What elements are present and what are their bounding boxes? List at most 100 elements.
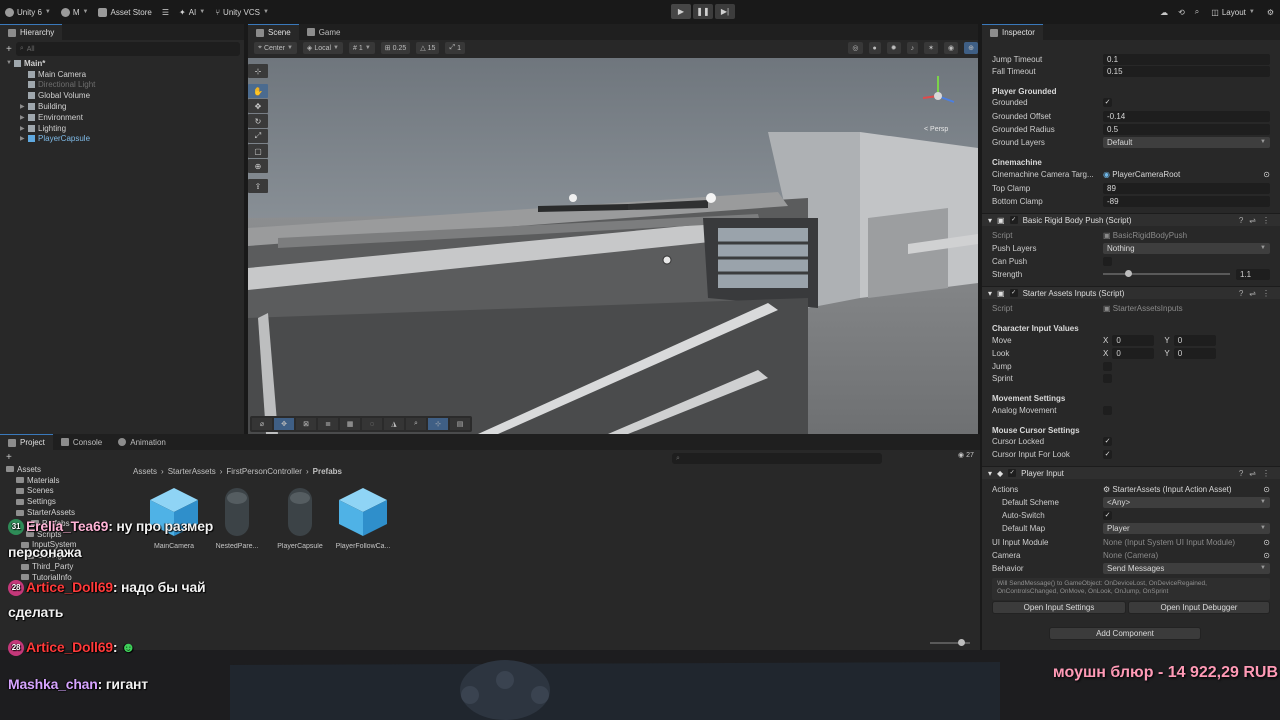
- bottom-clamp-field[interactable]: -89: [1103, 195, 1270, 207]
- breadcrumb-item[interactable]: Assets: [133, 467, 157, 476]
- starter-assets-inputs-component[interactable]: ▾ ▣ ✓ Starter Assets Inputs (Script)? ⇌ ⋮: [982, 286, 1280, 299]
- tab-animation[interactable]: Animation: [110, 434, 174, 450]
- help-icon[interactable]: ?: [1239, 469, 1243, 478]
- asset-tile[interactable]: PlayerFollowCa...: [333, 486, 393, 550]
- camera-gizmo[interactable]: [662, 255, 672, 265]
- analog-checkbox[interactable]: [1103, 405, 1112, 415]
- pivot-dropdown[interactable]: ⌖ Center ▼: [254, 42, 297, 54]
- can-push-checkbox[interactable]: [1103, 256, 1112, 266]
- play-button[interactable]: ▶: [671, 4, 691, 19]
- pause-button[interactable]: ❚❚: [693, 4, 713, 19]
- breadcrumb-item[interactable]: FirstPersonController: [226, 467, 302, 476]
- hierarchy-item[interactable]: ▶ Lighting: [6, 123, 244, 134]
- preset-icon[interactable]: ⇌: [1249, 289, 1256, 298]
- foldout-icon[interactable]: ▾: [988, 216, 992, 225]
- target-picker-icon[interactable]: ⊙: [1263, 538, 1270, 547]
- transform-tool[interactable]: ⊕: [248, 159, 268, 173]
- custom-tool[interactable]: ⇪: [248, 179, 268, 193]
- asset-tile[interactable]: NestedPare...: [207, 486, 267, 550]
- expand-icon[interactable]: ▶: [20, 125, 28, 132]
- visibility-button[interactable]: ◉: [944, 42, 959, 54]
- fall-timeout-field[interactable]: 0.15: [1103, 65, 1270, 77]
- expand-icon[interactable]: ▶: [20, 103, 28, 110]
- move-y-field[interactable]: 0: [1173, 334, 1216, 346]
- account-button[interactable]: Unity 6 ▼: [0, 4, 56, 20]
- add-icon[interactable]: +: [6, 452, 12, 463]
- effects-button[interactable]: ✶: [924, 42, 939, 54]
- grid-toggle[interactable]: #1 ▼: [349, 42, 375, 54]
- tab-project[interactable]: Project: [0, 434, 53, 450]
- overlay-cycle[interactable]: ◌: [362, 418, 382, 430]
- scene-viewport[interactable]: < Persp: [248, 58, 978, 434]
- add-icon[interactable]: +: [0, 44, 12, 55]
- overlay-search[interactable]: ⌕: [406, 418, 426, 430]
- foldout-icon[interactable]: ▾: [988, 289, 992, 298]
- overlay-paint[interactable]: ◮: [384, 418, 404, 430]
- persp-label[interactable]: < Persp: [924, 126, 948, 133]
- overlay-layers[interactable]: ≣: [318, 418, 338, 430]
- overlay-eraser[interactable]: ⌀: [252, 418, 272, 430]
- hierarchy-item[interactable]: ▶ PlayerCapsule: [6, 134, 244, 145]
- vcs-button[interactable]: ⑂ Unity VCS ▼: [210, 4, 274, 20]
- overlay-pick[interactable]: ⊹: [428, 418, 448, 430]
- rect-tool[interactable]: ▢: [248, 144, 268, 158]
- scene-root[interactable]: ▼ Main*: [6, 58, 244, 69]
- folder-item[interactable]: Scenes: [6, 486, 136, 497]
- asset-tile[interactable]: PlayerCapsule: [270, 486, 330, 550]
- tool-menu-button[interactable]: ⊹: [248, 64, 268, 78]
- tab-inspector[interactable]: Inspector: [982, 24, 1043, 40]
- view-tool[interactable]: ✋: [248, 84, 268, 98]
- expand-icon[interactable]: ▶: [20, 114, 28, 121]
- folder-item[interactable]: StarterAssets: [6, 507, 136, 518]
- asset-store-button[interactable]: Asset Store: [93, 4, 156, 20]
- expand-icon[interactable]: ▶: [20, 135, 28, 142]
- settings-icon[interactable]: ⚙: [1267, 8, 1274, 17]
- move-tool[interactable]: ✥: [248, 99, 268, 113]
- overlay-table[interactable]: ▦: [340, 418, 360, 430]
- shading-button[interactable]: ●: [868, 42, 881, 54]
- draw-mode-button[interactable]: ◎: [848, 42, 863, 54]
- scale-snap[interactable]: ⤢ 1: [445, 42, 465, 54]
- look-x-field[interactable]: 0: [1112, 347, 1155, 359]
- hierarchy-item[interactable]: ▶ Environment: [6, 112, 244, 123]
- enabled-checkbox[interactable]: ✓: [1009, 216, 1018, 224]
- grounded-radius-field[interactable]: 0.5: [1103, 123, 1270, 135]
- ui-module-field[interactable]: None (Input System UI Input Module) ⊙: [1103, 538, 1270, 547]
- rotate-snap[interactable]: △ 15: [416, 42, 440, 54]
- zoom-slider[interactable]: [930, 639, 970, 646]
- cursor-locked-checkbox[interactable]: ✓: [1103, 436, 1112, 446]
- player-input-component[interactable]: ▾ ◆ ✓ Player Input? ⇌ ⋮: [982, 466, 1280, 479]
- snap-increment[interactable]: ⊞ 0.25: [380, 42, 411, 54]
- enabled-checkbox[interactable]: ✓: [1008, 469, 1017, 477]
- move-x-field[interactable]: 0: [1112, 334, 1155, 346]
- slider-handle[interactable]: [958, 639, 965, 646]
- ai-button[interactable]: ✦ AI ▼: [174, 4, 210, 20]
- tab-scene[interactable]: Scene: [248, 24, 299, 40]
- help-icon[interactable]: ?: [1239, 216, 1243, 225]
- sprint-checkbox[interactable]: [1103, 373, 1112, 383]
- expand-icon[interactable]: ▼: [6, 60, 14, 66]
- cloud-icon[interactable]: ☁: [1160, 8, 1168, 17]
- top-clamp-field[interactable]: 89: [1103, 182, 1270, 194]
- actions-field[interactable]: ⚙ StarterAssets (Input Action Asset) ⊙: [1103, 485, 1270, 494]
- target-picker-icon[interactable]: ⊙: [1263, 170, 1270, 179]
- hierarchy-item[interactable]: Main Camera: [6, 69, 244, 80]
- jump-timeout-field[interactable]: 0.1: [1103, 53, 1270, 65]
- audio-button[interactable]: ♪: [906, 42, 919, 54]
- user-button[interactable]: M ▼: [56, 4, 94, 20]
- step-button[interactable]: ▶|: [715, 4, 735, 19]
- lighting-button[interactable]: ✹: [886, 42, 901, 54]
- scale-tool[interactable]: ⤢: [248, 129, 268, 143]
- slider-handle[interactable]: [1125, 270, 1133, 277]
- target-picker-icon[interactable]: ⊙: [1263, 551, 1270, 560]
- enabled-checkbox[interactable]: ✓: [1009, 289, 1018, 297]
- breadcrumb-item[interactable]: Prefabs: [313, 467, 342, 476]
- project-search[interactable]: ⌕: [672, 453, 882, 464]
- hierarchy-search[interactable]: ⌕ All: [15, 42, 240, 56]
- folder-item[interactable]: Third_Party: [6, 561, 136, 572]
- layout-dropdown[interactable]: ◫ Layout ▼: [1209, 4, 1257, 20]
- tab-console[interactable]: Console: [53, 434, 110, 450]
- camera-field[interactable]: None (Camera) ⊙: [1103, 551, 1270, 560]
- behavior-dropdown[interactable]: Send Messages ▼: [1103, 562, 1270, 574]
- tab-game[interactable]: Game: [299, 24, 349, 40]
